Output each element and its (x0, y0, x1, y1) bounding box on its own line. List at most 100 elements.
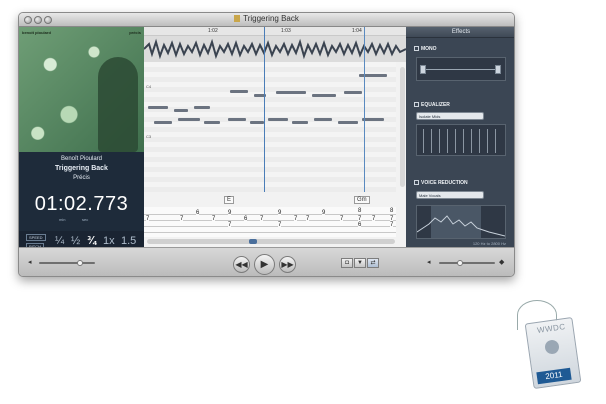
titlebar: Triggering Back (19, 13, 514, 27)
frequency-spectrum[interactable] (416, 205, 506, 239)
tab-line (144, 214, 396, 215)
speed-toggle[interactable]: SPEED (26, 234, 46, 241)
speed-three-quarter[interactable]: ¾ (87, 235, 96, 247)
eq-band[interactable] (455, 129, 456, 153)
tab-number: 6 (244, 216, 248, 222)
tab-number: 6 (196, 210, 200, 216)
loop-icon: ⇄ (370, 260, 376, 266)
balance-left-handle[interactable] (420, 65, 426, 74)
album-artist-tiny: benoit pioulard (22, 30, 51, 35)
frequency-range: 120 Hz to 2800 Hz (472, 241, 506, 246)
balance-track (423, 69, 499, 70)
note[interactable] (174, 109, 188, 112)
vertical-scrollbar[interactable] (400, 67, 405, 187)
eq-band[interactable] (463, 129, 464, 153)
note[interactable] (148, 106, 168, 109)
playback-time: 01:02.773 (34, 193, 129, 215)
note[interactable] (204, 121, 220, 124)
speed-1x[interactable]: 1x (103, 235, 115, 247)
tab-number: 7 (372, 216, 376, 222)
horizontal-scrollbar[interactable] (147, 239, 395, 244)
volume-slider[interactable] (39, 260, 95, 266)
pitch-down-icon: ◂ (427, 259, 431, 266)
voice-preset-select[interactable]: Male Vocals (416, 191, 484, 199)
note[interactable] (314, 118, 332, 121)
rewind-button[interactable]: ◀◀ (233, 256, 250, 273)
loop-button[interactable]: ⇄ (367, 258, 379, 268)
markers-button[interactable]: ▼ (354, 258, 366, 268)
piano-roll[interactable]: C4 C3 (144, 62, 396, 192)
timeline-marker: 1:02 (208, 28, 218, 34)
rewind-icon: ◀◀ (235, 260, 248, 269)
note[interactable] (312, 94, 336, 97)
chord-marker[interactable]: E (224, 196, 235, 204)
row-label-c4: C4 (146, 84, 152, 89)
waveform-graphic (144, 38, 406, 60)
marker-icon: ▼ (357, 260, 363, 266)
eq-band[interactable] (423, 129, 424, 153)
wwdc-badge: WWDC 2011 (515, 300, 587, 392)
tab-number: 9 (228, 210, 232, 216)
chord-marker[interactable]: Gm (354, 196, 370, 204)
timeline-ruler[interactable]: 1:02 1:03 1:04 (144, 27, 406, 36)
tab-number: 8 (390, 208, 394, 214)
speed-half[interactable]: ½ (71, 235, 80, 247)
eq-sliders (416, 124, 506, 156)
note[interactable] (228, 118, 246, 121)
note[interactable] (178, 118, 200, 121)
tab-number: 6 (358, 222, 362, 228)
speed-1-5[interactable]: 1.5 (121, 235, 136, 247)
timeline-marker: 1:04 (352, 28, 362, 34)
fast-forward-button[interactable]: ▶▶ (279, 256, 296, 273)
eq-preset-select[interactable]: Isolate Mids (416, 112, 484, 120)
speaker-low-icon: ◂ (28, 259, 32, 266)
album-artwork: benoit pioulard précis (19, 27, 144, 152)
sec-label: sec (82, 217, 89, 222)
scroll-thumb[interactable] (249, 239, 257, 244)
note[interactable] (292, 121, 308, 124)
pitch-knob[interactable] (457, 260, 463, 266)
eq-band[interactable] (495, 129, 496, 153)
loop-marker[interactable] (364, 27, 365, 192)
snapshot-button[interactable]: ◘ (341, 258, 353, 268)
eq-band[interactable] (439, 129, 440, 153)
play-button[interactable]: ▶ (254, 254, 275, 275)
tab-number: 7 (212, 216, 216, 222)
eq-band[interactable] (431, 129, 432, 153)
eq-band[interactable] (487, 129, 488, 153)
voice-reduction-checkbox[interactable]: VOICE REDUCTION (414, 180, 468, 186)
tab-number: 7 (390, 222, 394, 228)
waveform[interactable] (144, 36, 406, 62)
eq-band[interactable] (471, 129, 472, 153)
note[interactable] (276, 91, 306, 94)
tab-number: 9 (322, 210, 326, 216)
pitch-slider[interactable] (439, 260, 495, 266)
track-title: Triggering Back (55, 165, 108, 172)
speed-quarter[interactable]: ¼ (55, 235, 64, 247)
album-name: Précis (73, 175, 90, 181)
note[interactable] (194, 106, 210, 109)
track-info-panel: benoit pioulard précis Benoît Pioulard T… (19, 27, 144, 253)
tab-number: 7 (294, 216, 298, 222)
volume-knob[interactable] (77, 260, 83, 266)
note[interactable] (362, 118, 384, 121)
transport-bar: ◂ ◀◀ ▶ ▶▶ ◘ ▼ ⇄ ◂ ◆ (19, 247, 514, 276)
min-label: min (59, 217, 66, 222)
eq-band[interactable] (447, 129, 448, 153)
note[interactable] (230, 90, 248, 93)
tab-number: 8 (358, 208, 362, 214)
balance-right-handle[interactable] (495, 65, 501, 74)
note[interactable] (250, 121, 264, 124)
app-window: Triggering Back benoit pioulard précis B… (18, 12, 515, 277)
check-icon (414, 102, 419, 107)
note[interactable] (154, 121, 172, 124)
note[interactable] (344, 91, 362, 94)
play-icon: ▶ (260, 259, 269, 270)
note[interactable] (338, 121, 358, 124)
mono-checkbox[interactable]: MONO (414, 46, 437, 52)
playhead[interactable] (264, 27, 265, 192)
eq-band[interactable] (479, 129, 480, 153)
document-icon (234, 15, 241, 22)
equalizer-checkbox[interactable]: EQUALIZER (414, 102, 450, 108)
note[interactable] (268, 118, 288, 121)
